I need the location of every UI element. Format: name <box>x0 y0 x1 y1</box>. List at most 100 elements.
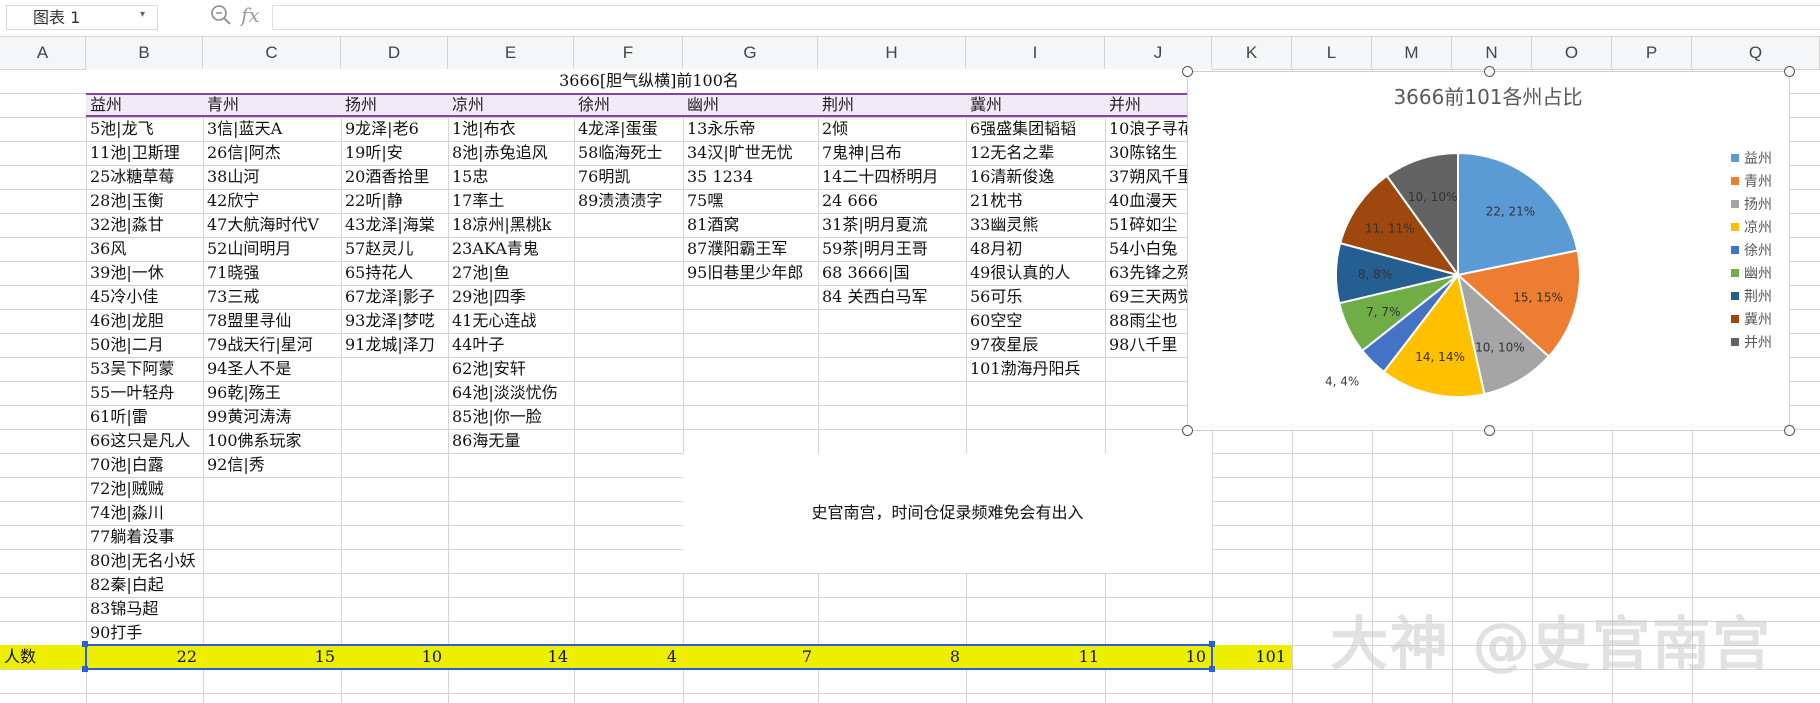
member-cell[interactable]: 94圣人不是 <box>203 357 341 381</box>
member-cell[interactable]: 75嘿 <box>683 189 818 213</box>
column-header-p[interactable]: P <box>1612 37 1692 69</box>
member-cell[interactable]: 82秦|白起 <box>86 573 223 597</box>
member-cell[interactable]: 67龙泽|影子 <box>341 285 448 309</box>
column-header-j[interactable]: J <box>1105 37 1212 69</box>
region-header-cell[interactable]: 益州 <box>86 93 203 117</box>
member-cell[interactable]: 87濮阳霸王军 <box>683 237 818 261</box>
region-header-cell[interactable]: 冀州 <box>966 93 1105 117</box>
member-cell[interactable]: 24 666 <box>818 189 966 213</box>
member-cell[interactable]: 34汉|旷世无忧 <box>683 141 818 165</box>
selection-handle[interactable] <box>1209 666 1215 672</box>
member-cell[interactable]: 90打手 <box>86 621 223 645</box>
member-cell[interactable]: 101渤海丹阳兵 <box>966 357 1105 381</box>
member-cell[interactable]: 80池|无名小妖 <box>86 549 223 573</box>
member-cell[interactable]: 23AKA青鬼 <box>448 237 574 261</box>
member-cell[interactable]: 1池|布衣 <box>448 117 574 141</box>
member-cell[interactable]: 12无名之辈 <box>966 141 1105 165</box>
member-cell[interactable]: 4龙泽|蛋蛋 <box>574 117 683 141</box>
member-cell[interactable]: 14二十四桥明月 <box>818 165 966 189</box>
member-cell[interactable]: 91龙城|泽刀 <box>341 333 448 357</box>
member-cell[interactable]: 52山间明月 <box>203 237 341 261</box>
member-cell[interactable]: 35 1234 <box>683 165 818 189</box>
member-cell[interactable]: 15忠 <box>448 165 574 189</box>
region-header-cell[interactable]: 幽州 <box>683 93 818 117</box>
member-cell[interactable]: 95旧巷里少年郎 <box>683 261 818 285</box>
member-cell[interactable]: 77躺着没事 <box>86 525 223 549</box>
region-header-cell[interactable]: 凉州 <box>448 93 574 117</box>
member-cell[interactable]: 60空空 <box>966 309 1105 333</box>
chart-resize-handle[interactable] <box>1182 425 1193 436</box>
member-cell[interactable]: 99黄河涛涛 <box>203 405 341 429</box>
column-header-l[interactable]: L <box>1292 37 1372 69</box>
chart-resize-handle[interactable] <box>1784 425 1795 436</box>
member-cell[interactable]: 64池|淡淡忧伤 <box>448 381 574 405</box>
member-cell[interactable]: 6强盛集团韬韬 <box>966 117 1105 141</box>
column-header-h[interactable]: H <box>818 37 966 69</box>
column-header-m[interactable]: M <box>1372 37 1452 69</box>
member-cell[interactable]: 8池|赤兔追风 <box>448 141 574 165</box>
member-cell[interactable]: 68 3666|国 <box>818 261 966 285</box>
column-header-i[interactable]: I <box>966 37 1105 69</box>
member-cell[interactable]: 93龙泽|梦呓 <box>341 309 448 333</box>
member-cell[interactable]: 96乾|殇王 <box>203 381 341 405</box>
chart-resize-handle[interactable] <box>1484 66 1495 77</box>
member-cell[interactable]: 31茶|明月夏流 <box>818 213 966 237</box>
selection-handle[interactable] <box>82 666 88 672</box>
column-header-o[interactable]: O <box>1532 37 1612 69</box>
member-cell[interactable]: 62池|安轩 <box>448 357 574 381</box>
selection-handle[interactable] <box>1209 641 1215 647</box>
member-cell[interactable]: 18凉州|黑桃k <box>448 213 574 237</box>
member-cell[interactable]: 78盟里寻仙 <box>203 309 341 333</box>
member-cell[interactable]: 47大航海时代V <box>203 213 341 237</box>
member-cell[interactable]: 79战天行|星河 <box>203 333 341 357</box>
name-box[interactable]: 图表 1 <box>6 5 158 30</box>
member-cell[interactable]: 49很认真的人 <box>966 261 1105 285</box>
member-cell[interactable]: 19听|安 <box>341 141 448 165</box>
chart-resize-handle[interactable] <box>1182 66 1193 77</box>
member-cell[interactable]: 72池|贼贼 <box>86 477 223 501</box>
member-cell[interactable]: 13永乐帝 <box>683 117 818 141</box>
member-cell[interactable]: 85池|你一脸 <box>448 405 574 429</box>
member-cell[interactable]: 2倾 <box>818 117 966 141</box>
member-cell[interactable]: 92信|秀 <box>203 453 341 477</box>
member-cell[interactable]: 84 关西白马军 <box>818 285 966 309</box>
chart-resize-handle[interactable] <box>1784 66 1795 77</box>
chart-resize-handle[interactable] <box>1484 425 1495 436</box>
member-cell[interactable]: 26信|阿杰 <box>203 141 341 165</box>
member-cell[interactable]: 58临海死士 <box>574 141 683 165</box>
member-cell[interactable]: 3信|蓝天A <box>203 117 341 141</box>
member-cell[interactable]: 9龙泽|老6 <box>341 117 448 141</box>
region-header-cell[interactable]: 荆州 <box>818 93 966 117</box>
column-header-n[interactable]: N <box>1452 37 1532 69</box>
region-header-cell[interactable]: 徐州 <box>574 93 683 117</box>
member-cell[interactable]: 56可乐 <box>966 285 1105 309</box>
member-cell[interactable]: 29池|四季 <box>448 285 574 309</box>
member-cell[interactable]: 81酒窝 <box>683 213 818 237</box>
column-header-d[interactable]: D <box>341 37 448 69</box>
member-cell[interactable]: 97夜星辰 <box>966 333 1105 357</box>
member-cell[interactable]: 76明凯 <box>574 165 683 189</box>
member-cell[interactable]: 21枕书 <box>966 189 1105 213</box>
member-cell[interactable]: 86海无量 <box>448 429 574 453</box>
column-header-q[interactable]: Q <box>1692 37 1820 69</box>
member-cell[interactable]: 83锦马超 <box>86 597 223 621</box>
member-cell[interactable]: 44叶子 <box>448 333 574 357</box>
note-cell[interactable]: 史官南宫，时间仓促录频难免会有出入 <box>683 453 1212 573</box>
selection-handle[interactable] <box>82 641 88 647</box>
member-cell[interactable]: 73三戒 <box>203 285 341 309</box>
member-cell[interactable]: 33幽灵熊 <box>966 213 1105 237</box>
member-cell[interactable]: 17率土 <box>448 189 574 213</box>
region-header-cell[interactable]: 青州 <box>203 93 341 117</box>
sheet-title-cell[interactable]: 3666[胆气纵横]前100名 <box>86 69 1212 93</box>
member-cell[interactable]: 27池|鱼 <box>448 261 574 285</box>
region-header-cell[interactable]: 扬州 <box>341 93 448 117</box>
member-cell[interactable]: 43龙泽|海棠 <box>341 213 448 237</box>
count-total-cell[interactable]: 101 <box>1212 645 1292 669</box>
pie-chart[interactable]: 3666前101各州占比 22, 21% 15, 15% 10, 10% 14, 14%… <box>1182 66 1795 436</box>
column-header-a[interactable]: A <box>0 37 86 69</box>
member-cell[interactable]: 89渍渍渍字 <box>574 189 683 213</box>
column-header-e[interactable]: E <box>448 37 574 69</box>
member-cell[interactable]: 57赵灵儿 <box>341 237 448 261</box>
member-cell[interactable]: 16清新俊逸 <box>966 165 1105 189</box>
member-cell[interactable]: 74池|淼川 <box>86 501 223 525</box>
